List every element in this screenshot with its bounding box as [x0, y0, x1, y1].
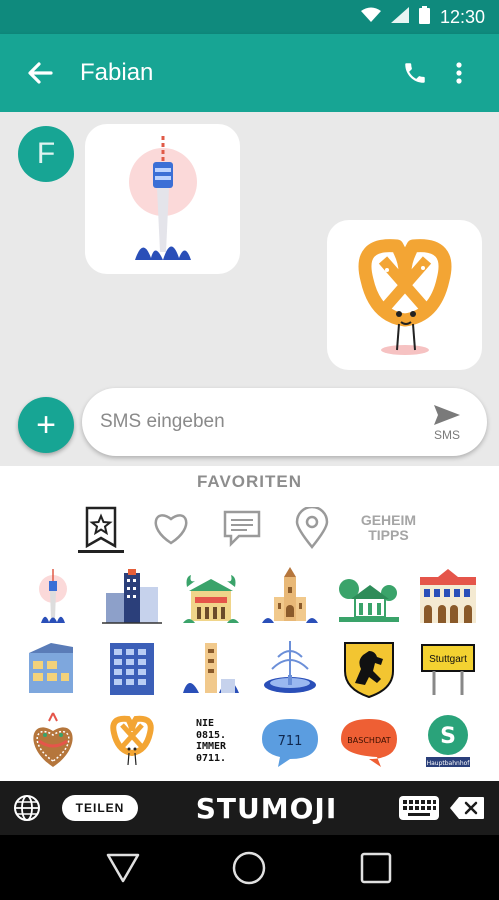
- more-options-icon[interactable]: [437, 51, 481, 95]
- gingerbread-heart-icon: [33, 712, 73, 767]
- message-input-placeholder[interactable]: SMS eingeben: [100, 411, 419, 433]
- fountain-icon: [264, 641, 316, 693]
- text-sticker-line-4: 0711.: [195, 752, 227, 764]
- speech-bubble-baschdat-icon: BASCHDAT: [341, 719, 397, 767]
- pavilion-icon: [339, 579, 399, 622]
- sticker-palace[interactable]: [176, 566, 246, 628]
- star-flag-icon: [85, 506, 117, 548]
- sticker-grid: Stuttgart NIE 0815. IMMER 0711. 711 BASC…: [18, 566, 488, 772]
- text-sticker: NIE 0815. IMMER 0711.: [196, 718, 226, 764]
- phone-icon[interactable]: [393, 51, 437, 95]
- tv-tower-sticker-icon: [129, 136, 197, 260]
- pretzel-sticker-icon: [358, 239, 452, 355]
- sticker-fountain[interactable]: [255, 638, 325, 700]
- sticker-bubble-baschdat[interactable]: BASCHDAT: [334, 710, 404, 772]
- secret-tab-line-2: TIPPS: [368, 527, 409, 543]
- back-arrow-icon[interactable]: [20, 53, 60, 93]
- keyboard-toolbar: TEILEN STUMOJI: [0, 781, 499, 835]
- tab-places[interactable]: [289, 503, 335, 553]
- bubble-baschdat-text: BASCHDAT: [347, 736, 391, 745]
- s-bahn-letter: S: [440, 724, 456, 749]
- category-title: FAVORITEN: [196, 472, 303, 491]
- sticker-pretzel[interactable]: [97, 710, 167, 772]
- send-label: SMS: [433, 427, 460, 442]
- add-attachment-button[interactable]: +: [18, 397, 74, 453]
- backspace-icon[interactable]: [443, 791, 491, 825]
- sticker-blue-building[interactable]: [97, 638, 167, 700]
- church-icon: [262, 567, 318, 623]
- conversation-title: Fabian: [80, 59, 154, 86]
- sticker-text-nie-0815[interactable]: NIE 0815. IMMER 0711.: [176, 710, 246, 772]
- palace-icon: [183, 575, 239, 623]
- tv-tower-icon: [39, 569, 67, 623]
- stuttgart-sign-icon: Stuttgart: [421, 644, 475, 695]
- sticker-glass-building[interactable]: [18, 638, 88, 700]
- heart-icon: [154, 514, 188, 545]
- sticker-stuttgart-crest[interactable]: [334, 638, 404, 700]
- sticker-tv-tower[interactable]: [18, 566, 88, 628]
- clock: 12:30: [439, 6, 485, 27]
- tower-buildings-icon: [183, 643, 239, 693]
- send-icon: [434, 404, 460, 425]
- s-bahn-sign-icon: S Hauptbahnhof: [426, 715, 471, 767]
- speech-bubble-711-icon: 711: [262, 719, 318, 767]
- keyboard-icon[interactable]: [395, 791, 443, 825]
- compose-bar: + SMS eingeben SMS: [0, 385, 499, 465]
- incoming-sticker-message[interactable]: [85, 124, 240, 274]
- status-bar: 12:30: [0, 0, 499, 34]
- back-triangle-icon[interactable]: [98, 843, 148, 893]
- brand-logo: STUMOJI: [195, 791, 338, 825]
- text-sticker-line-1: NIE: [195, 718, 214, 729]
- globe-icon[interactable]: [10, 791, 44, 825]
- tab-chat[interactable]: [218, 503, 264, 553]
- tab-favorites[interactable]: [78, 503, 125, 553]
- office-tower-icon: [102, 569, 162, 624]
- app-bar: Fabian: [0, 34, 499, 112]
- send-button[interactable]: SMS: [419, 403, 475, 442]
- sticker-keyboard: FAVORITEN GEHEIM TIPPS Stuttgart NIE 081…: [0, 466, 499, 781]
- sticker-pavilion[interactable]: [334, 566, 404, 628]
- share-button[interactable]: TEILEN: [62, 795, 138, 821]
- message-input[interactable]: SMS eingeben SMS: [82, 388, 487, 456]
- sticker-office-tower[interactable]: [97, 566, 167, 628]
- location-pin-icon: [295, 507, 329, 549]
- horse-crest-icon: [344, 642, 394, 699]
- stock-exchange-icon: [420, 569, 476, 623]
- chat-bubble-icon: [223, 510, 260, 548]
- sign-stuttgart-text: Stuttgart: [429, 654, 467, 665]
- sticker-gingerbread-heart[interactable]: [18, 710, 88, 772]
- sticker-s-bahn-sign[interactable]: S Hauptbahnhof: [413, 710, 483, 772]
- text-sticker-line-2: 0815.: [195, 729, 227, 741]
- sticker-church[interactable]: [255, 566, 325, 628]
- sticker-tower-buildings[interactable]: [176, 638, 246, 700]
- text-sticker-line-3: IMMER: [195, 741, 227, 752]
- blue-building-icon: [110, 643, 154, 695]
- tab-love[interactable]: [148, 503, 194, 553]
- battery-icon: [418, 5, 430, 29]
- wifi-icon: [360, 7, 381, 28]
- sticker-bubble-711[interactable]: 711: [255, 710, 325, 772]
- bubble-711-text: 711: [278, 734, 303, 749]
- recents-square-icon[interactable]: [351, 843, 401, 893]
- sticker-stock-exchange[interactable]: [413, 566, 483, 628]
- category-tabs: GEHEIM TIPPS: [78, 500, 418, 556]
- system-navigation-bar: [0, 835, 499, 900]
- secret-tab-line-1: GEHEIM: [360, 512, 417, 529]
- home-circle-icon[interactable]: [224, 843, 274, 893]
- s-bahn-subtext: Hauptbahnhof: [427, 760, 471, 767]
- glass-building-icon: [29, 643, 73, 693]
- avatar[interactable]: F: [18, 126, 74, 182]
- outgoing-sticker-message[interactable]: [327, 220, 482, 370]
- sticker-stuttgart-sign[interactable]: Stuttgart: [413, 638, 483, 700]
- tab-secret-tips[interactable]: GEHEIM TIPPS: [359, 503, 418, 553]
- signal-icon: [390, 6, 409, 28]
- pretzel-icon: [110, 715, 154, 766]
